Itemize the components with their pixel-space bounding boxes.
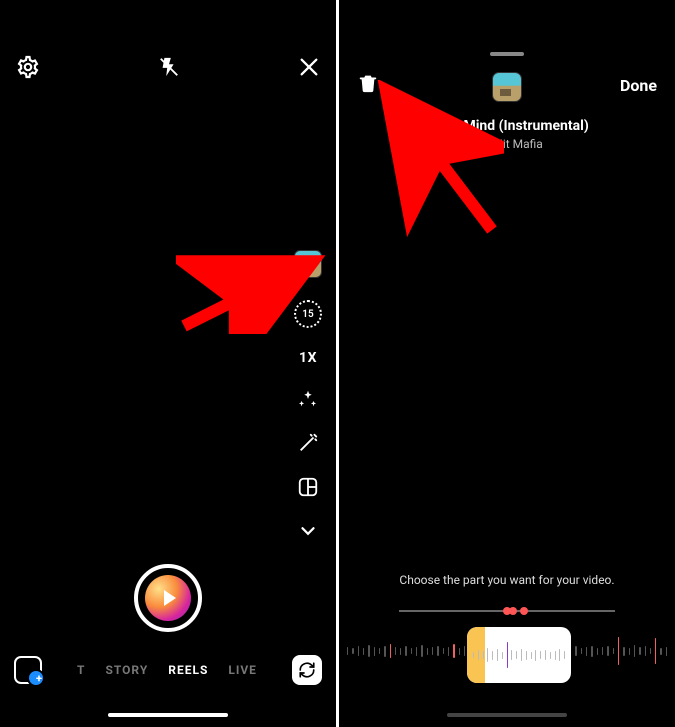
done-button[interactable]: Done	[620, 76, 657, 95]
speed-label: 1X	[299, 350, 317, 366]
instruction-text: Choose the part you want for your video.	[339, 573, 675, 587]
expand-tools-icon[interactable]	[297, 520, 319, 542]
flash-off-icon[interactable]	[158, 56, 180, 78]
mode-reels[interactable]: REELS	[168, 663, 208, 677]
effects-icon[interactable]	[297, 388, 319, 410]
audio-selection-window[interactable]	[467, 627, 571, 683]
mode-story[interactable]: STORY	[105, 663, 148, 677]
audio-thumbnail[interactable]	[294, 250, 322, 278]
close-icon[interactable]	[298, 56, 320, 78]
home-indicator	[108, 713, 228, 717]
home-indicator	[447, 713, 567, 717]
song-title: In My Mind (Instrumental)	[339, 118, 675, 134]
mode-post[interactable]: T	[77, 663, 85, 677]
layout-icon[interactable]	[297, 476, 319, 498]
reels-tool-rail: 15 1X	[294, 250, 322, 542]
play-icon	[164, 590, 176, 606]
duration-button[interactable]: 15	[294, 300, 322, 328]
mode-live[interactable]: LIVE	[228, 663, 257, 677]
audio-overview-track[interactable]	[399, 610, 615, 612]
audio-edit-screen: Done In My Mind (Instrumental) The Hit M…	[339, 0, 675, 727]
capture-mode-tabs: T STORY REELS LIVE	[42, 663, 292, 677]
song-artist: The Hit Mafia	[339, 137, 675, 151]
audio-thumbnail[interactable]	[492, 72, 522, 102]
gallery-button[interactable]: +	[14, 656, 42, 684]
trash-icon[interactable]	[357, 72, 379, 98]
annotation-arrow	[374, 80, 504, 240]
duration-label: 15	[302, 309, 313, 320]
settings-icon[interactable]	[16, 55, 40, 79]
speed-button[interactable]: 1X	[299, 350, 317, 366]
record-button[interactable]	[134, 564, 202, 632]
sheet-handle[interactable]	[490, 52, 524, 56]
record-button-inner	[145, 575, 191, 621]
reels-camera-screen: 15 1X	[0, 0, 336, 727]
switch-camera-button[interactable]	[292, 655, 322, 685]
touchup-icon[interactable]	[297, 432, 319, 454]
